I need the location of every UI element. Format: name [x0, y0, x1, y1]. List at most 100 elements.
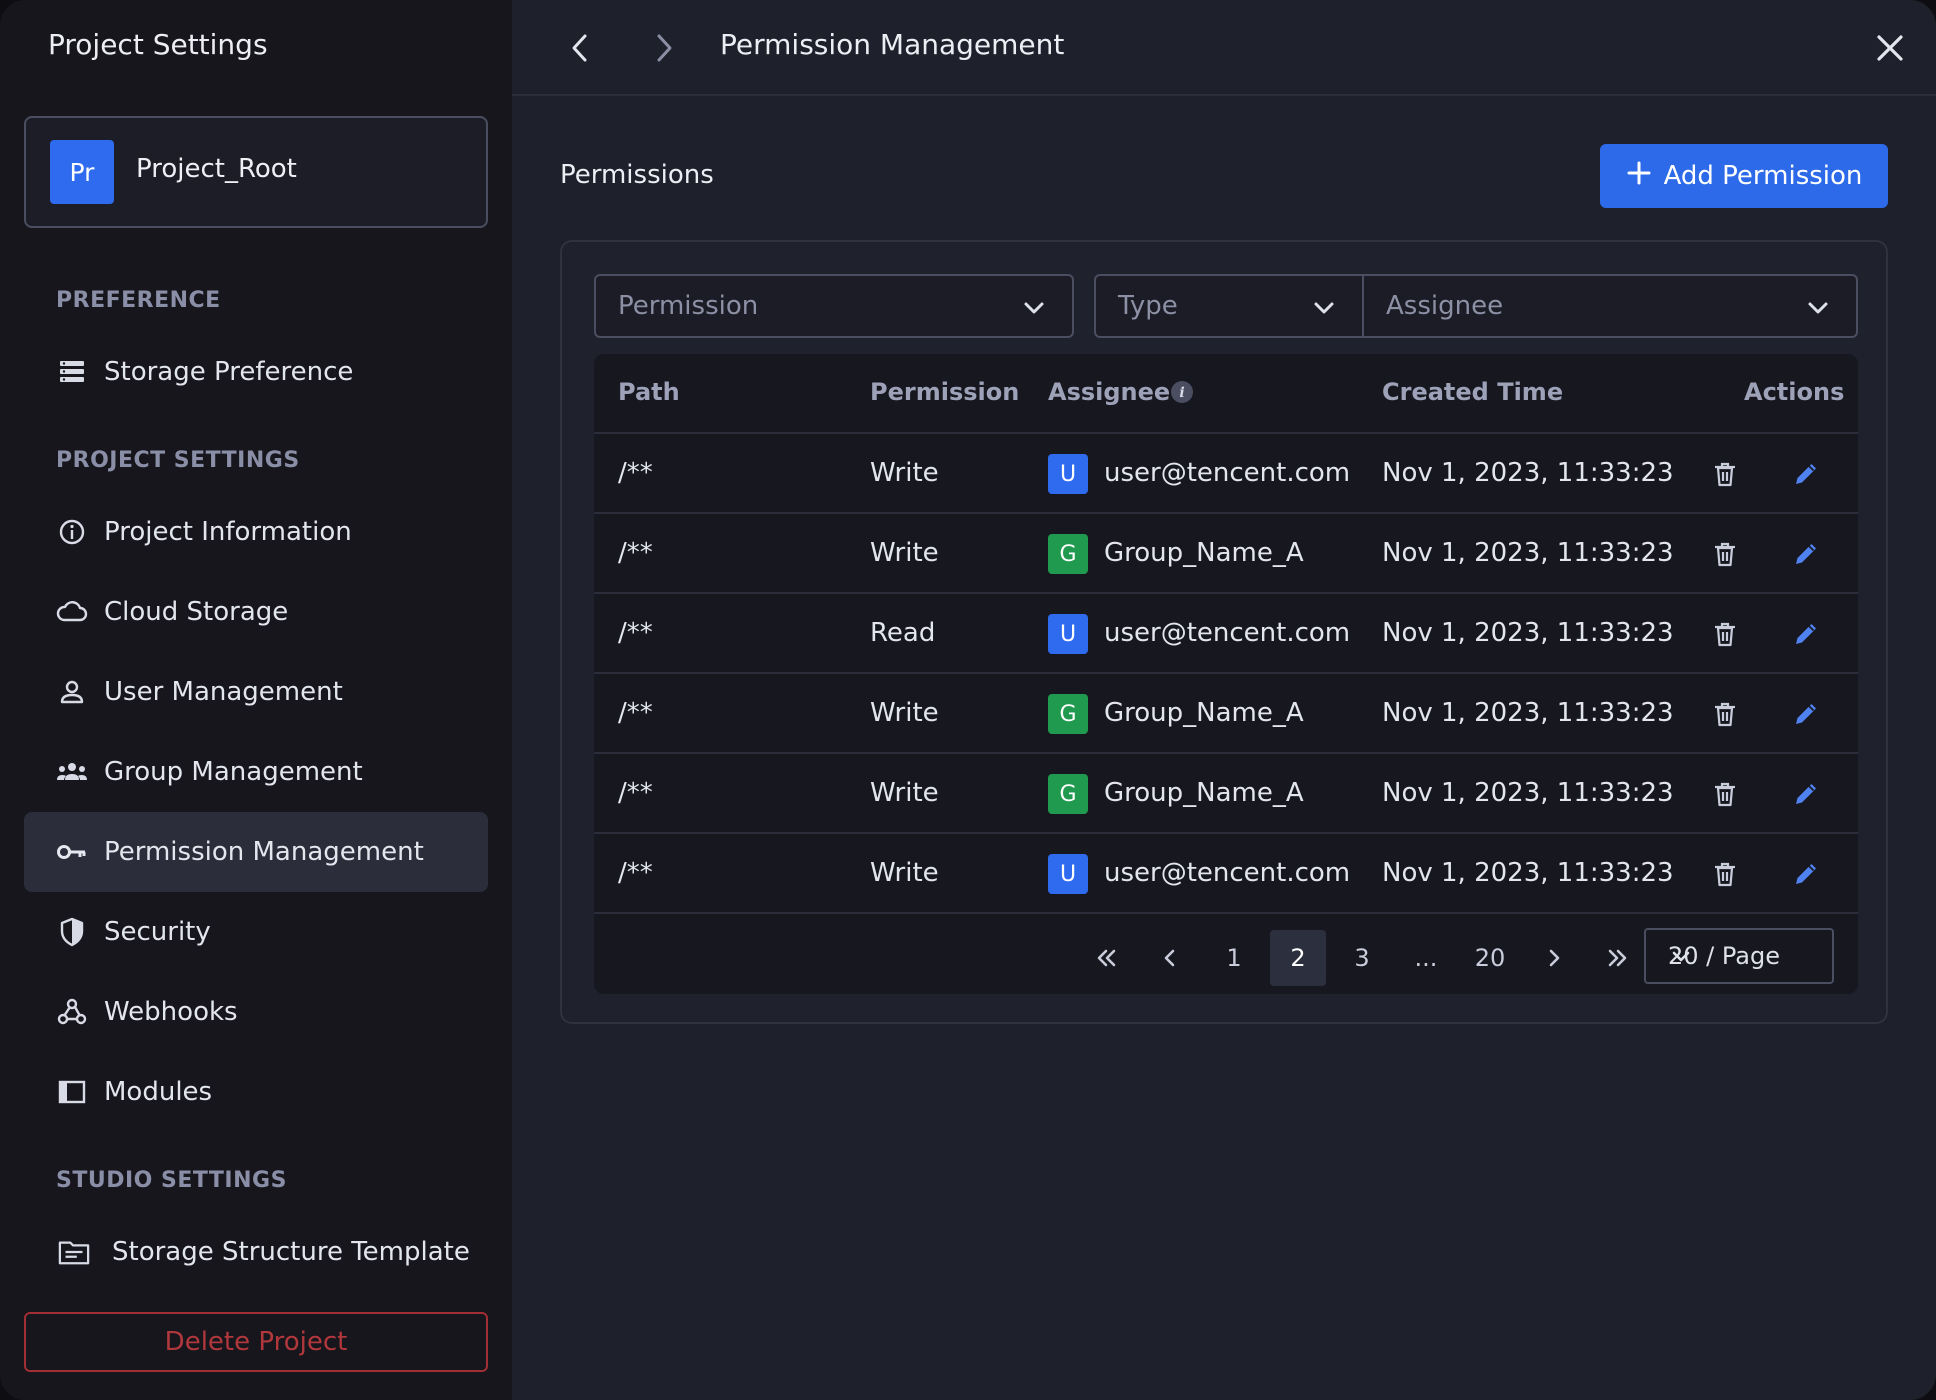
group-badge: G — [1048, 774, 1088, 814]
cell-path: /** — [618, 538, 653, 568]
cell-permission: Read — [870, 618, 936, 648]
sidebar-item-security[interactable]: Security — [24, 892, 488, 972]
edit-icon[interactable] — [1790, 538, 1822, 570]
cell-created-time: Nov 1, 2023, 11:33:23 — [1382, 538, 1674, 568]
delete-icon[interactable] — [1709, 458, 1741, 490]
chevron-down-icon — [1804, 294, 1832, 322]
cell-created-time: Nov 1, 2023, 11:33:23 — [1382, 778, 1674, 808]
last-page-icon[interactable] — [1590, 930, 1646, 986]
project-selector[interactable]: Pr Project_Root — [24, 116, 488, 228]
delete-icon[interactable] — [1709, 858, 1741, 890]
sidebar-item-label: Group Management — [104, 757, 363, 787]
cell-permission: Write — [870, 458, 939, 488]
first-page-icon[interactable] — [1078, 930, 1134, 986]
cell-permission: Write — [870, 538, 939, 568]
edit-icon[interactable] — [1790, 698, 1822, 730]
cell-assignee: user@tencent.com — [1104, 458, 1351, 488]
delete-icon[interactable] — [1709, 778, 1741, 810]
storage-list-icon — [56, 356, 88, 388]
sidebar-item-label: Storage Preference — [104, 357, 354, 387]
assignee-filter-select[interactable]: Assignee — [1362, 274, 1858, 338]
type-filter-placeholder: Type — [1118, 291, 1178, 321]
sidebar-item-label: User Management — [104, 677, 343, 707]
permission-filter-select[interactable]: Permission — [594, 274, 1074, 338]
page-button-1[interactable]: 1 — [1206, 930, 1262, 986]
section-heading-studio-settings: STUDIO SETTINGS — [56, 1168, 287, 1193]
table-row: /** Write G Group_Name_A Nov 1, 2023, 11:33:… — [594, 674, 1858, 754]
add-permission-label: Add Permission — [1663, 161, 1863, 191]
sidebar-item-storage-structure-template[interactable]: Storage Structure Template — [24, 1212, 488, 1292]
edit-icon[interactable] — [1790, 858, 1822, 890]
page-button-3[interactable]: 3 — [1334, 930, 1390, 986]
permissions-table: Path Permission Assignee i Created Time … — [594, 354, 1858, 994]
sidebar-item-label: Project Information — [104, 517, 352, 547]
plus-icon — [1626, 160, 1652, 193]
user-badge: U — [1048, 854, 1088, 894]
page-ellipsis[interactable]: ... — [1398, 930, 1454, 986]
group-icon — [56, 756, 88, 788]
page-button-20[interactable]: 20 — [1462, 930, 1518, 986]
group-badge: G — [1048, 694, 1088, 734]
close-icon[interactable] — [1868, 26, 1912, 70]
info-tooltip-icon[interactable]: i — [1170, 380, 1194, 404]
cell-permission: Write — [870, 778, 939, 808]
delete-icon[interactable] — [1709, 538, 1741, 570]
type-filter-select[interactable]: Type — [1094, 274, 1364, 338]
next-page-icon[interactable] — [1526, 930, 1582, 986]
back-arrow-icon[interactable] — [560, 28, 600, 68]
page-size-select[interactable]: 20 / Page — [1644, 928, 1834, 984]
cell-permission: Write — [870, 698, 939, 728]
cell-assignee: user@tencent.com — [1104, 618, 1351, 648]
sidebar-title: Project Settings — [48, 28, 268, 61]
column-header-actions: Actions — [1744, 378, 1845, 406]
user-badge: U — [1048, 454, 1088, 494]
sidebar-item-storage-preference[interactable]: Storage Preference — [24, 332, 488, 412]
sidebar-item-modules[interactable]: Modules — [24, 1052, 488, 1132]
page-button-2-current[interactable]: 2 — [1270, 930, 1326, 986]
app-window: Project Settings Pr Project_Root PREFERE… — [0, 0, 1936, 1400]
section-heading-preference: PREFERENCE — [56, 288, 221, 313]
cell-created-time: Nov 1, 2023, 11:33:23 — [1382, 698, 1674, 728]
delete-icon[interactable] — [1709, 618, 1741, 650]
section-title: Permissions — [560, 160, 714, 190]
sidebar-item-cloud-storage[interactable]: Cloud Storage — [24, 572, 488, 652]
table-row: /** Write Uuser@tencent.com Nov 1, 2023, 11… — [594, 434, 1858, 514]
cell-created-time: Nov 1, 2023, 11:33:23 — [1382, 618, 1674, 648]
table-header: Path Permission Assignee i Created Time … — [594, 354, 1858, 434]
module-icon — [56, 1076, 88, 1108]
svg-text:i: i — [1179, 385, 1184, 401]
add-permission-button[interactable]: Add Permission — [1600, 144, 1888, 208]
sidebar-item-user-management[interactable]: User Management — [24, 652, 488, 732]
edit-icon[interactable] — [1790, 458, 1822, 490]
cell-permission: Write — [870, 858, 939, 888]
sidebar-item-webhooks[interactable]: Webhooks — [24, 972, 488, 1052]
table-row: /** Read Uuser@tencent.com Nov 1, 2023, 11:… — [594, 594, 1858, 674]
sidebar-item-group-management[interactable]: Group Management — [24, 732, 488, 812]
forward-arrow-icon[interactable] — [644, 28, 684, 68]
sidebar-item-project-information[interactable]: Project Information — [24, 492, 488, 572]
webhook-icon — [56, 996, 88, 1028]
cell-path: /** — [618, 698, 653, 728]
info-icon — [56, 516, 88, 548]
shield-icon — [56, 916, 88, 948]
sidebar-item-label: Webhooks — [104, 997, 238, 1027]
delete-project-button[interactable]: Delete Project — [24, 1312, 488, 1372]
sidebar-item-label: Storage Structure Template — [112, 1237, 470, 1267]
delete-icon[interactable] — [1709, 698, 1741, 730]
column-header-path: Path — [618, 378, 680, 406]
cell-assignee: Group_Name_A — [1104, 698, 1304, 728]
topbar: Permission Management — [512, 0, 1936, 96]
page-title: Permission Management — [720, 28, 1065, 61]
folder-template-icon — [58, 1236, 90, 1268]
chevron-down-icon — [1668, 944, 1694, 970]
pagination: 1 2 3 ... 20 20 / Page — [594, 914, 1858, 994]
cloud-icon — [56, 596, 88, 628]
user-badge: U — [1048, 614, 1088, 654]
edit-icon[interactable] — [1790, 778, 1822, 810]
key-icon — [56, 836, 88, 868]
sidebar-item-permission-management[interactable]: Permission Management — [24, 812, 488, 892]
previous-page-icon[interactable] — [1142, 930, 1198, 986]
edit-icon[interactable] — [1790, 618, 1822, 650]
table-row: /** Write G Group_Name_A Nov 1, 2023, 11:33:… — [594, 514, 1858, 594]
sidebar-item-label: Modules — [104, 1077, 213, 1107]
